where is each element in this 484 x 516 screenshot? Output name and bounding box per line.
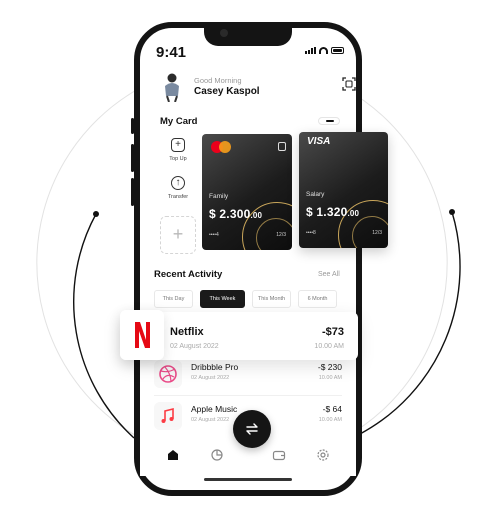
filter-this-day[interactable]: This Day <box>154 290 193 308</box>
settings-icon[interactable] <box>316 448 330 462</box>
pie-chart-icon[interactable] <box>210 448 224 462</box>
transaction-date: 02 August 2022 <box>191 375 230 381</box>
home-indicator <box>204 478 292 481</box>
divider <box>154 395 342 396</box>
period-filters: This Day This Week This Month 6 Month <box>154 290 337 308</box>
transaction-row[interactable]: Dribbble Pro 02 August 2022 -$ 230 10.00… <box>154 358 342 392</box>
transaction-amount: -$ 230 <box>317 362 342 372</box>
transaction-time: 10.00 AM <box>318 417 342 423</box>
transaction-date: 02 August 2022 <box>191 417 230 423</box>
recent-activity-title: Recent Activity <box>154 269 223 280</box>
netflix-logo-icon <box>120 310 164 360</box>
transaction-name: Apple Music <box>191 404 238 414</box>
phone-screen-lower: Recent Activity See All This Day This We… <box>140 28 356 490</box>
transaction-name: Netflix <box>170 326 204 338</box>
filter-6-month[interactable]: 6 Month <box>298 290 337 308</box>
transaction-amount: -$73 <box>321 326 344 338</box>
transfer-arrows-icon <box>246 423 258 435</box>
transaction-name: Dribbble Pro <box>191 362 239 372</box>
transaction-row-highlighted[interactable]: Netflix 02 August 2022 -$73 10.00 AM <box>120 310 358 360</box>
transaction-time: 10.00 AM <box>318 375 342 381</box>
filter-this-month[interactable]: This Month <box>252 290 291 308</box>
dribbble-icon <box>154 360 182 388</box>
filter-this-week[interactable]: This Week <box>200 290 245 308</box>
transaction-time: 10.00 AM <box>314 343 344 350</box>
card-expiry: 12/3 <box>372 230 382 236</box>
transaction-amount: -$ 64 <box>322 404 342 414</box>
home-icon[interactable] <box>166 448 180 462</box>
transaction-date: 02 August 2022 <box>170 343 219 350</box>
wallet-icon[interactable] <box>272 448 286 462</box>
see-all-link[interactable]: See All <box>318 271 340 278</box>
transfer-fab-button[interactable] <box>233 410 271 448</box>
bottom-tab-bar <box>140 444 356 468</box>
